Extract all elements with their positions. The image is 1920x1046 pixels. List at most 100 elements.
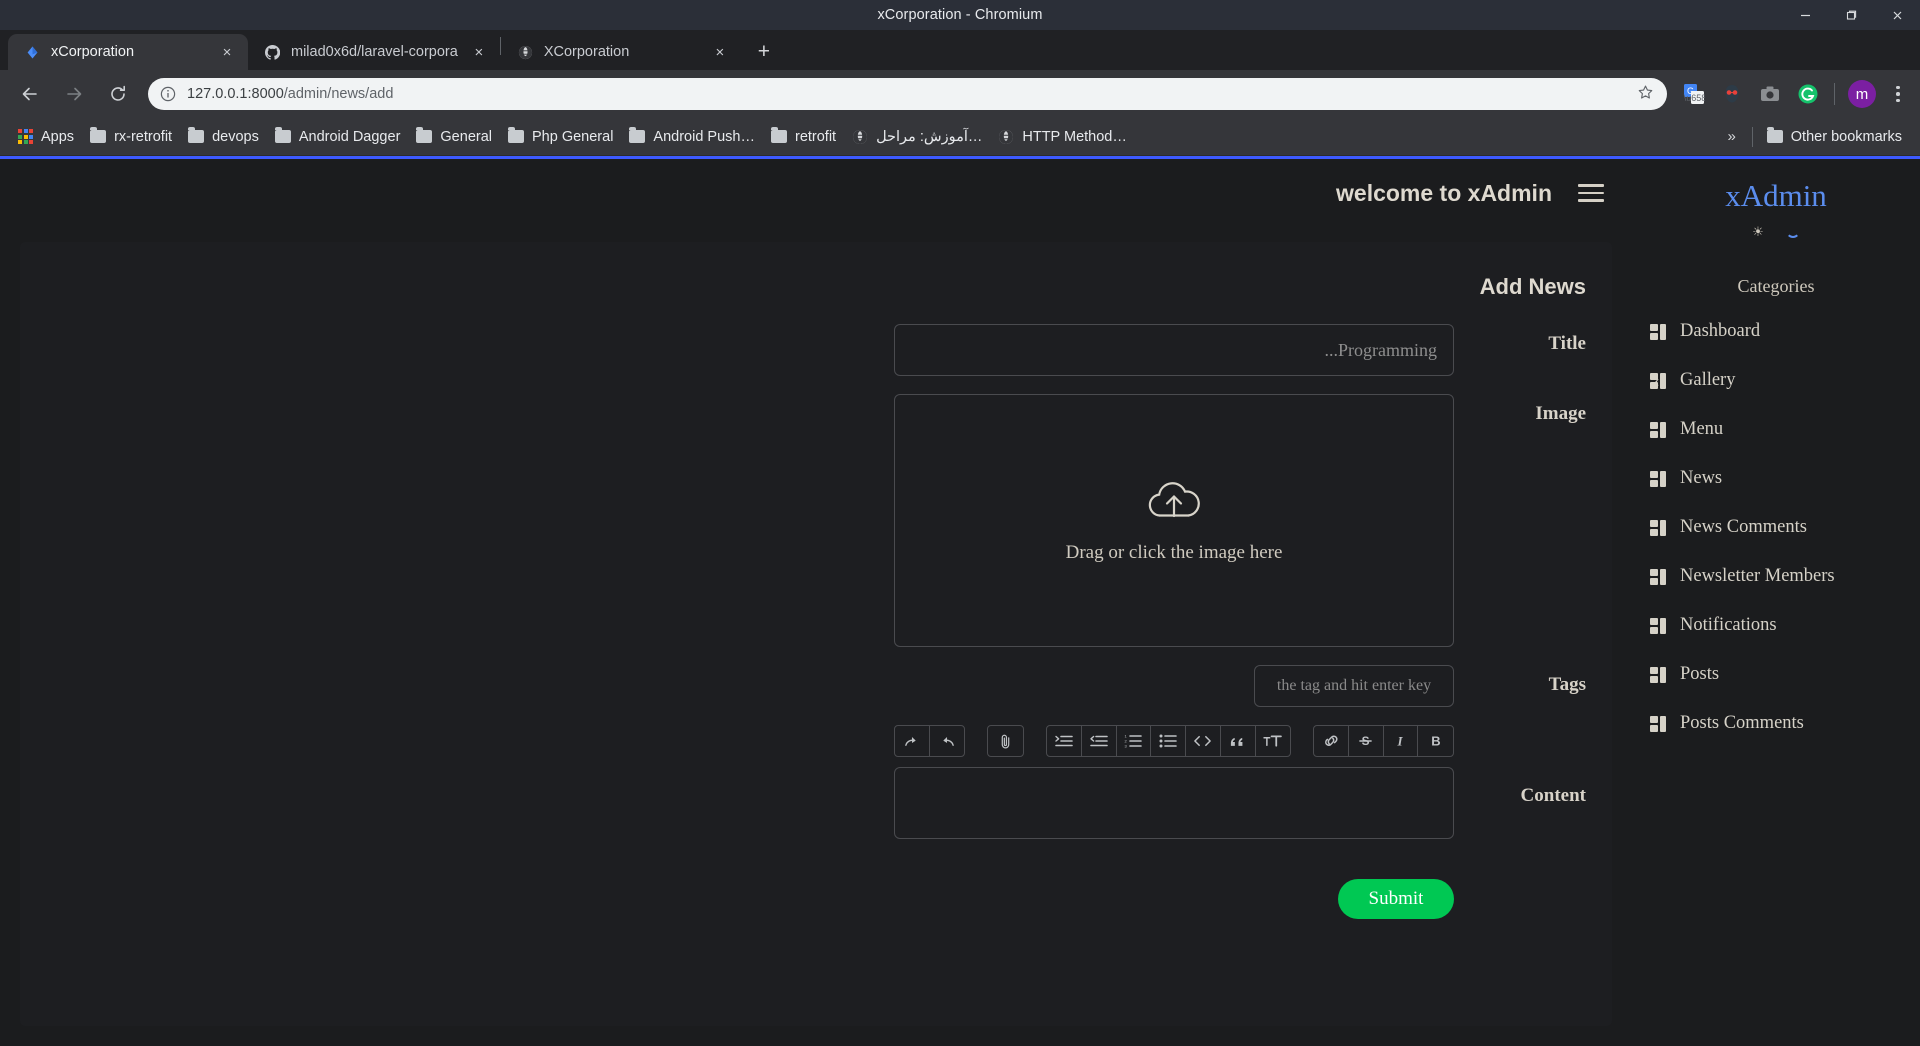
maximize-icon[interactable] [1828,0,1874,30]
google-translate-icon[interactable]: G\u6587 [1679,79,1709,109]
undo-icon[interactable] [930,726,965,756]
quote-icon[interactable] [1221,726,1256,756]
grid-icon [1650,715,1666,732]
sidebar-item-label: Dashboard [1680,321,1761,341]
outdent-icon[interactable] [1082,726,1117,756]
bookmarks-overflow-button[interactable]: » [1717,124,1745,149]
cloud-upload-icon [1143,477,1205,528]
bookmark-android-dagger[interactable]: Android Dagger [267,125,409,149]
back-arrow-icon[interactable] [13,77,47,111]
indent-icon[interactable] [1047,726,1082,756]
sidebar-item-posts[interactable]: Posts [1632,650,1920,699]
bookmark-http-method[interactable]: HTTP Method… [990,125,1135,149]
star-icon[interactable] [1637,84,1655,105]
bookmark-apps[interactable]: Apps [10,125,82,149]
bookmark-label: Android Push… [653,128,755,145]
code-icon[interactable] [1186,726,1221,756]
minimize-icon[interactable] [1782,0,1828,30]
page-title: Add News [1479,274,1586,299]
browser-tab-2[interactable]: milad0x6d/laravel-corpora × [248,34,500,70]
bookmark-label: rx-retrofit [114,128,173,145]
title-input[interactable] [894,324,1454,376]
editor-group-format: 123 [1046,725,1292,757]
sidebar-item-label: Menu [1680,419,1724,439]
content-editor[interactable] [894,767,1454,839]
sidebar-item-gallery[interactable]: › Gallery [1632,356,1920,405]
bookmarks-bar: Apps rx-retrofit devops Android Dagger G… [0,118,1920,156]
bold-icon[interactable]: B [1418,726,1453,756]
sidebar-item-posts-comments[interactable]: Posts Comments [1632,699,1920,748]
svg-text:\u6587: \u6587 [1684,93,1705,103]
tab-close-button[interactable]: × [216,41,238,63]
close-icon[interactable] [1874,0,1920,30]
sidebar-item-label: News [1680,468,1723,488]
editor-group-style: S I B [1313,725,1454,757]
tab-close-button[interactable]: × [468,41,490,63]
toolbar-separator [1834,83,1835,105]
new-tab-button[interactable]: + [749,36,779,66]
sidebar-section-categories: Categories [1737,276,1815,296]
profile-avatar[interactable]: m [1848,80,1876,108]
window-title: xCorporation - Chromium [877,7,1043,23]
folder-icon [274,127,291,143]
grammarly-icon[interactable] [1793,79,1823,109]
browser-tab-1[interactable]: xCorporation × [8,34,248,70]
accent-bar [0,156,1920,159]
grid-icon [1650,568,1666,585]
browser-tab-3[interactable]: XCorporation × [501,34,741,70]
bookmark-android-push[interactable]: Android Push… [621,125,763,149]
bookmark-label: HTTP Method… [1022,128,1127,145]
unordered-list-icon[interactable] [1151,726,1187,756]
sidebar-item-dashboard[interactable]: Dashboard [1632,307,1920,356]
grid-icon [1650,519,1666,536]
bookmark-devops[interactable]: devops [180,125,267,149]
svg-text:I: I [1397,734,1404,749]
forward-arrow-icon[interactable] [57,77,91,111]
window-controls [1782,0,1920,30]
other-bookmarks-button[interactable]: Other bookmarks [1759,125,1910,149]
folder-icon [508,127,524,143]
grid-icon [1650,617,1666,634]
bookmark-general[interactable]: General [408,125,500,149]
strikethrough-icon[interactable]: S [1349,726,1384,756]
bookmark-amoozesh[interactable]: آموزش: مراحل… [844,125,990,149]
sidebar-item-label: News Comments [1680,517,1807,537]
sidebar-item-news-comments[interactable]: News Comments [1632,503,1920,552]
bookmark-retrofit[interactable]: retrofit [763,125,844,149]
text-size-icon[interactable] [1256,726,1291,756]
bookmark-rx-retrofit[interactable]: rx-retrofit [82,125,180,149]
web-page: xAdmin ☀ Categories Dashboard › Gallery … [0,156,1920,1046]
reload-icon[interactable] [101,77,135,111]
tags-input[interactable] [1254,665,1454,707]
bat-icon: ☀ [1752,223,1764,239]
label-tags: Tags [1548,674,1586,695]
folder-icon [1766,127,1783,143]
tab-close-button[interactable]: × [709,41,731,63]
form-row-content: Content 1 2 3 I B [46,725,1586,839]
attachment-icon[interactable] [988,726,1023,756]
ordered-list-icon[interactable]: 123 [1117,726,1152,756]
hamburger-icon[interactable] [1578,184,1604,202]
bookmark-php-general[interactable]: Php General [500,125,621,149]
tab-strip: xCorporation × milad0x6d/laravel-corpora… [0,30,1920,70]
submit-button[interactable]: Submit [1338,879,1454,919]
italic-icon[interactable]: I [1384,726,1419,756]
github-icon [264,44,281,61]
image-dropzone[interactable]: Drag or click the image here [894,394,1454,647]
tab-title: xCorporation [51,44,135,60]
address-bar[interactable]: 127.0.0.1:8000/admin/news/add [148,78,1667,110]
screenshot-camera-icon[interactable] [1755,79,1785,109]
sidebar-item-news[interactable]: News [1632,454,1920,503]
chevron-right-icon[interactable]: › [1654,372,1660,389]
sidebar-item-menu[interactable]: Menu [1632,405,1920,454]
bookmark-label: retrofit [794,128,837,145]
brand-subrow: ☀ [1632,218,1920,244]
three-dots-icon[interactable] [1884,79,1912,109]
sidebar-item-newsletter-members[interactable]: Newsletter Members [1632,552,1920,601]
link-icon[interactable] [1314,726,1349,756]
sidebar-item-notifications[interactable]: Notifications [1632,601,1920,650]
site-info-icon[interactable] [160,86,177,102]
globe-icon [852,129,868,145]
dark-reader-icon[interactable] [1717,79,1747,109]
redo-icon[interactable] [895,726,930,756]
